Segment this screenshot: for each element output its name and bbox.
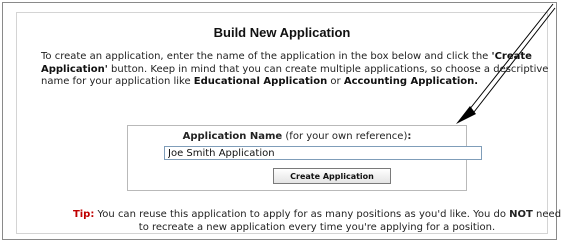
annotation-arrows — [456, 3, 556, 124]
annotation-line-bottom — [473, 7, 556, 113]
annotation-line-top — [468, 3, 554, 111]
annotation-arrowhead-icon — [456, 106, 476, 124]
